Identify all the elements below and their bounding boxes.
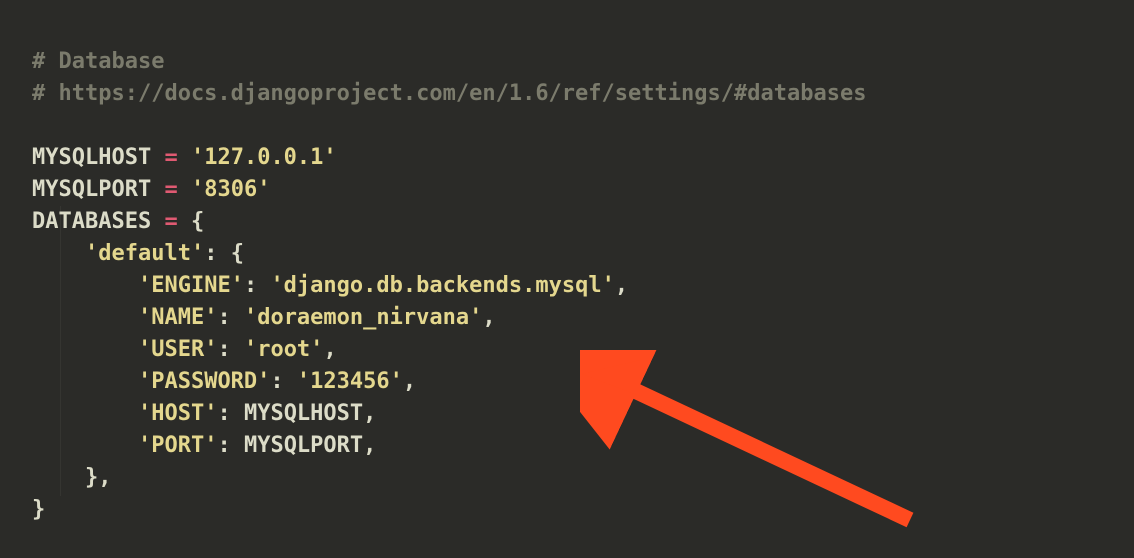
operator: = — [164, 209, 177, 234]
string-literal: '123456' — [297, 369, 403, 394]
identifier: MYSQLPORT — [32, 177, 151, 202]
comma: , — [363, 401, 376, 426]
string-literal: 'django.db.backends.mysql' — [270, 273, 614, 298]
dict-key: 'ENGINE' — [138, 273, 244, 298]
identifier: MYSQLPORT — [244, 433, 363, 458]
brace: { — [231, 241, 244, 266]
operator: = — [164, 145, 177, 170]
dict-key: 'PORT' — [138, 433, 217, 458]
colon: : — [217, 337, 230, 362]
comma: , — [98, 465, 111, 490]
comma: , — [615, 273, 628, 298]
dict-key: 'USER' — [138, 337, 217, 362]
code-editor[interactable]: # Database # https://docs.djangoproject.… — [0, 0, 1134, 526]
brace: } — [32, 497, 45, 522]
colon: : — [244, 273, 257, 298]
operator: = — [164, 177, 177, 202]
colon: : — [217, 401, 230, 426]
brace: { — [191, 209, 204, 234]
string-literal: 'doraemon_nirvana' — [244, 305, 482, 330]
string-literal: '8306' — [191, 177, 270, 202]
comment-line: # Database — [32, 49, 164, 74]
identifier: MYSQLHOST — [32, 145, 151, 170]
comma: , — [363, 433, 376, 458]
string-literal: 'root' — [244, 337, 323, 362]
dict-key: 'default' — [85, 241, 204, 266]
identifier: MYSQLHOST — [244, 401, 363, 426]
dict-key: 'PASSWORD' — [138, 369, 270, 394]
identifier: DATABASES — [32, 209, 151, 234]
dict-key: 'HOST' — [138, 401, 217, 426]
colon: : — [204, 241, 217, 266]
colon: : — [217, 433, 230, 458]
comment-line: # https://docs.djangoproject.com/en/1.6/… — [32, 81, 866, 106]
indent-guide — [60, 206, 61, 496]
comma: , — [323, 337, 336, 362]
comma: , — [482, 305, 495, 330]
colon: : — [217, 305, 230, 330]
dict-key: 'NAME' — [138, 305, 217, 330]
colon: : — [270, 369, 283, 394]
comma: , — [403, 369, 416, 394]
brace: } — [85, 465, 98, 490]
string-literal: '127.0.0.1' — [191, 145, 337, 170]
